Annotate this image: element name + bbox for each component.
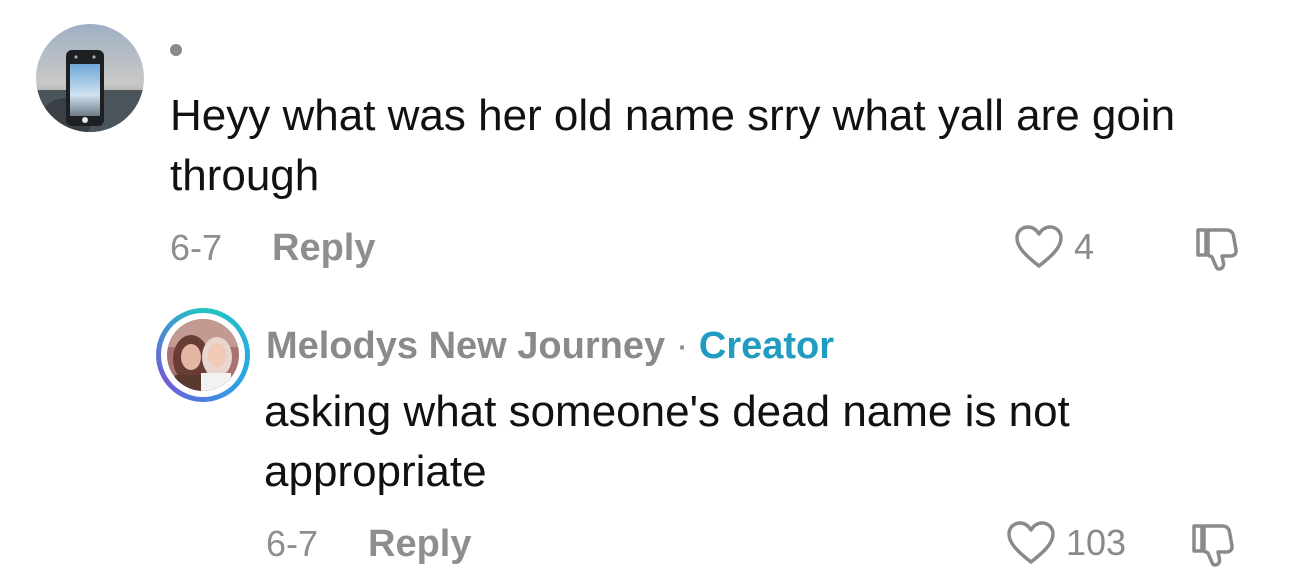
comment-like-button[interactable]: 4 xyxy=(1014,224,1094,270)
comment-reply-button[interactable]: Reply xyxy=(272,228,375,268)
reply-reply-button[interactable]: Reply xyxy=(368,524,471,564)
comment-like-count: 4 xyxy=(1074,226,1095,267)
reply-separator: · xyxy=(675,325,689,367)
reply-like-button[interactable]: 103 xyxy=(1006,520,1126,566)
reply-like-count: 103 xyxy=(1066,522,1127,563)
comment-date: 6-7 xyxy=(170,227,223,268)
creator-avatar[interactable] xyxy=(156,308,250,402)
comment-text: Heyy what was her old name srry what yal… xyxy=(170,91,1176,200)
comment-thread: Heyy what was her old name srry what yal… xyxy=(0,0,1290,586)
commenter-username-placeholder[interactable] xyxy=(170,44,182,56)
reply-date: 6-7 xyxy=(266,523,319,564)
heart-outline-icon xyxy=(1007,521,1055,564)
reply-text: asking what someone's dead name is not a… xyxy=(264,387,1070,496)
thumbs-down-icon[interactable] xyxy=(1188,522,1238,573)
commenter-avatar[interactable] xyxy=(36,24,144,132)
thumbs-down-icon[interactable] xyxy=(1192,226,1242,277)
creator-badge: Creator xyxy=(698,325,835,367)
heart-outline-icon xyxy=(1015,225,1063,268)
reply-username[interactable]: Melodys New Journey xyxy=(266,325,665,367)
reply-header: Melodys New Journey · Creator xyxy=(266,326,834,366)
